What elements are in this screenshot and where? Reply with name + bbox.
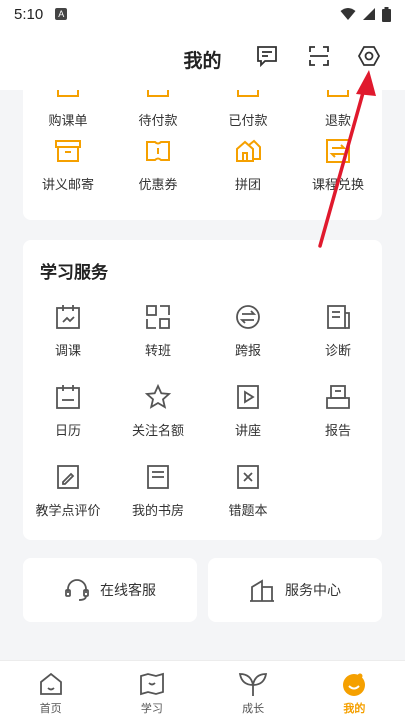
calendar-icon bbox=[53, 382, 83, 412]
diagnose-icon bbox=[323, 302, 353, 332]
play-icon bbox=[233, 382, 263, 412]
wifi-icon bbox=[340, 8, 356, 20]
tab-bar: 首页 学习 成长 我的 bbox=[0, 660, 405, 720]
grid-item-cart[interactable]: 购课单 bbox=[23, 90, 113, 129]
star-icon bbox=[143, 382, 173, 412]
study-item-transfer-class[interactable]: 转班 bbox=[113, 302, 203, 359]
calendar-adjust-icon bbox=[53, 302, 83, 332]
study-item-teaching-review[interactable]: 教学点评价 bbox=[23, 462, 113, 519]
building-icon bbox=[250, 579, 274, 602]
scan-icon bbox=[309, 46, 329, 66]
coupon-icon bbox=[143, 136, 173, 166]
tab-study[interactable]: 学习 bbox=[101, 661, 202, 720]
grid-item-refund[interactable]: 退款 bbox=[293, 90, 383, 129]
message-button[interactable] bbox=[253, 42, 281, 70]
box-icon bbox=[53, 136, 83, 166]
mine-icon bbox=[343, 673, 366, 696]
battery-icon bbox=[382, 6, 391, 22]
message-icon bbox=[257, 46, 277, 68]
grid-item-coupon[interactable]: 优惠券 bbox=[113, 136, 203, 193]
signal-icon bbox=[363, 8, 375, 20]
grid-item-paid[interactable]: 已付款 bbox=[203, 90, 293, 129]
status-icons bbox=[340, 6, 391, 22]
study-item-calendar[interactable]: 日历 bbox=[23, 382, 113, 439]
content-area[interactable]: 购课单 待付款 已付款 退款 讲义邮寄 优惠券 拼团 课程兑换 学习服务 调课 … bbox=[0, 90, 405, 660]
mistake-book-icon bbox=[233, 462, 263, 492]
swap-icon bbox=[233, 302, 263, 332]
online-support-button[interactable]: 在线客服 bbox=[23, 558, 197, 622]
grid-item-group-buy[interactable]: 拼团 bbox=[203, 136, 293, 193]
header: 我的 bbox=[0, 28, 405, 90]
study-item-cross-enroll[interactable]: 跨报 bbox=[203, 302, 293, 359]
grid-item-handout-mail[interactable]: 讲义邮寄 bbox=[23, 136, 113, 193]
home-icon bbox=[39, 672, 62, 695]
headset-icon bbox=[65, 579, 89, 601]
cart-icon bbox=[53, 90, 83, 102]
sprout-icon bbox=[239, 673, 268, 696]
section-title: 学习服务 bbox=[40, 263, 108, 283]
study-item-watch-quota[interactable]: 关注名额 bbox=[113, 382, 203, 439]
settings-icon bbox=[357, 46, 381, 66]
status-bar: 5:10 A bbox=[0, 0, 405, 28]
tab-mine[interactable]: 我的 bbox=[304, 661, 405, 720]
study-item-my-bookshelf[interactable]: 我的书房 bbox=[113, 462, 203, 519]
refund-icon bbox=[323, 90, 353, 102]
grid-item-course-redeem[interactable]: 课程兑换 bbox=[293, 136, 383, 193]
map-book-icon bbox=[139, 672, 164, 696]
status-time: 5:10 bbox=[14, 5, 44, 23]
tab-home[interactable]: 首页 bbox=[0, 661, 101, 720]
edit-doc-icon bbox=[53, 462, 83, 492]
tab-growth[interactable]: 成长 bbox=[203, 661, 304, 720]
settings-button[interactable] bbox=[355, 42, 383, 70]
wallet-icon bbox=[143, 90, 173, 102]
grid-item-pending-payment[interactable]: 待付款 bbox=[113, 90, 203, 129]
exchange-icon bbox=[323, 136, 353, 166]
study-item-lecture[interactable]: 讲座 bbox=[203, 382, 293, 439]
order-card: 购课单 待付款 已付款 退款 讲义邮寄 优惠券 拼团 课程兑换 bbox=[23, 90, 382, 220]
study-services-card: 学习服务 调课 转班 跨报 诊断 日历 关注名额 讲座 报告 教学点评价 我的书… bbox=[23, 240, 382, 540]
study-item-report[interactable]: 报告 bbox=[293, 382, 383, 439]
notification-icon: A bbox=[55, 8, 68, 20]
study-item-reschedule[interactable]: 调课 bbox=[23, 302, 113, 359]
transfer-icon bbox=[143, 302, 173, 332]
group-buy-icon bbox=[233, 136, 263, 166]
study-item-mistake-book[interactable]: 错题本 bbox=[203, 462, 293, 519]
report-icon bbox=[323, 382, 353, 412]
paid-icon bbox=[233, 90, 263, 102]
page-title: 我的 bbox=[183, 50, 222, 72]
scan-button[interactable] bbox=[305, 42, 333, 70]
service-center-button[interactable]: 服务中心 bbox=[208, 558, 382, 622]
book-icon bbox=[143, 462, 173, 492]
study-item-diagnose[interactable]: 诊断 bbox=[293, 302, 383, 359]
